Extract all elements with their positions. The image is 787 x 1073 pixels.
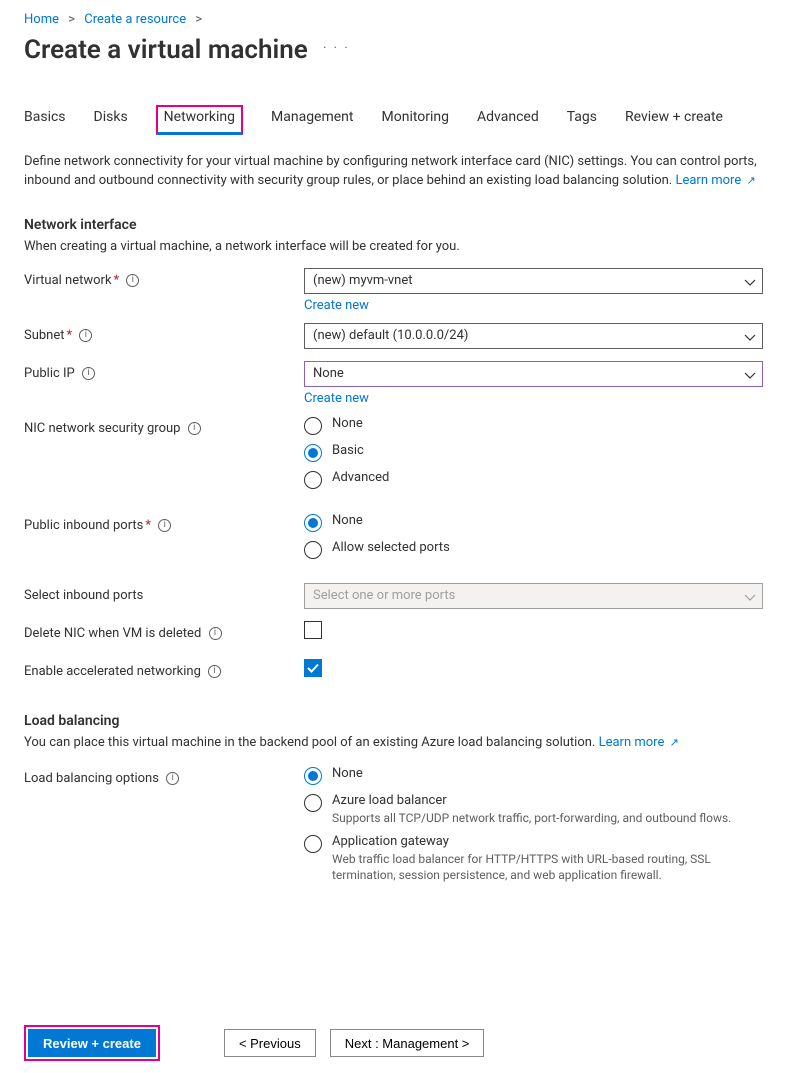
tabs: Basics Disks Networking Management Monit… [24,105,763,133]
learn-more-lb-link[interactable]: Learn more ↗ [599,735,679,750]
select-subnet[interactable]: (new) default (10.0.0.0/24) [304,323,763,349]
tab-management[interactable]: Management [271,105,353,133]
radio-nsg-advanced[interactable]: Advanced [304,470,763,489]
load-balancing-desc: You can place this virtual machine in th… [24,735,763,750]
chevron-down-icon [744,274,756,298]
info-icon[interactable]: i [158,519,171,532]
tab-review[interactable]: Review + create [625,105,723,133]
label-nsg: NIC network security group i [24,416,304,436]
radio-nsg-basic[interactable]: Basic [304,443,763,462]
tab-monitoring[interactable]: Monitoring [382,105,450,133]
radio-inbound-none[interactable]: None [304,513,763,532]
intro-body: Define network connectivity for your vir… [24,154,757,188]
breadcrumb: Home > Create a resource > [24,0,763,27]
label-accelerated-networking: Enable accelerated networking i [24,659,304,679]
page-title: Create a virtual machine [24,35,308,65]
review-create-highlight: Review + create [24,1025,160,1061]
learn-more-link[interactable]: Learn more ↗ [675,173,755,188]
network-interface-desc: When creating a virtual machine, a netwo… [24,239,763,254]
label-select-inbound-ports: Select inbound ports [24,583,304,603]
radio-nsg-none[interactable]: None [304,416,763,435]
info-icon[interactable]: i [79,329,92,342]
tab-disks[interactable]: Disks [94,105,128,133]
chevron-down-icon [744,367,756,391]
checkbox-delete-nic[interactable] [304,621,322,639]
breadcrumb-create-resource[interactable]: Create a resource [84,12,186,27]
info-icon[interactable]: i [126,274,139,287]
section-load-balancing: Load balancing [24,713,763,729]
label-lb-options: Load balancing options i [24,766,304,786]
section-network-interface: Network interface [24,217,763,233]
previous-button[interactable]: < Previous [224,1029,316,1057]
breadcrumb-sep: > [68,12,75,27]
create-new-public-ip-link[interactable]: Create new [304,391,369,406]
tab-networking[interactable]: Networking [156,105,243,135]
breadcrumb-home[interactable]: Home [24,12,59,27]
footer: Review + create < Previous Next : Manage… [0,1013,787,1073]
intro-text: Define network connectivity for your vir… [24,153,763,191]
review-create-button[interactable]: Review + create [28,1029,156,1057]
info-icon[interactable]: i [188,422,201,435]
create-new-vnet-link[interactable]: Create new [304,298,369,313]
select-virtual-network[interactable]: (new) myvm-vnet [304,268,763,294]
info-icon[interactable]: i [208,665,221,678]
tab-basics[interactable]: Basics [24,105,66,133]
label-virtual-network: Virtual network* i [24,268,304,288]
tab-tags[interactable]: Tags [567,105,597,133]
tab-advanced[interactable]: Advanced [477,105,539,133]
next-button[interactable]: Next : Management > [330,1029,485,1057]
radio-inbound-allow[interactable]: Allow selected ports [304,540,763,559]
chevron-down-icon [744,329,756,353]
external-link-icon: ↗ [670,736,679,749]
radio-lb-none[interactable]: None [304,766,763,785]
select-inbound-ports: Select one or more ports [304,583,763,609]
checkbox-accelerated-networking[interactable] [304,659,322,677]
chevron-down-icon [744,589,756,613]
label-delete-nic: Delete NIC when VM is deleted i [24,621,304,641]
info-icon[interactable]: i [82,367,95,380]
more-actions-icon[interactable]: · · · [323,41,350,56]
select-public-ip[interactable]: None [304,361,763,387]
label-public-inbound-ports: Public inbound ports* i [24,513,304,533]
label-public-ip: Public IP i [24,361,304,381]
external-link-icon: ↗ [746,174,755,187]
radio-lb-azure[interactable]: Azure load balancerSupports all TCP/UDP … [304,793,763,826]
radio-lb-appgw[interactable]: Application gatewayWeb traffic load bala… [304,834,763,883]
info-icon[interactable]: i [166,772,179,785]
label-subnet: Subnet* i [24,323,304,343]
breadcrumb-sep: > [195,12,202,27]
info-icon[interactable]: i [209,627,222,640]
